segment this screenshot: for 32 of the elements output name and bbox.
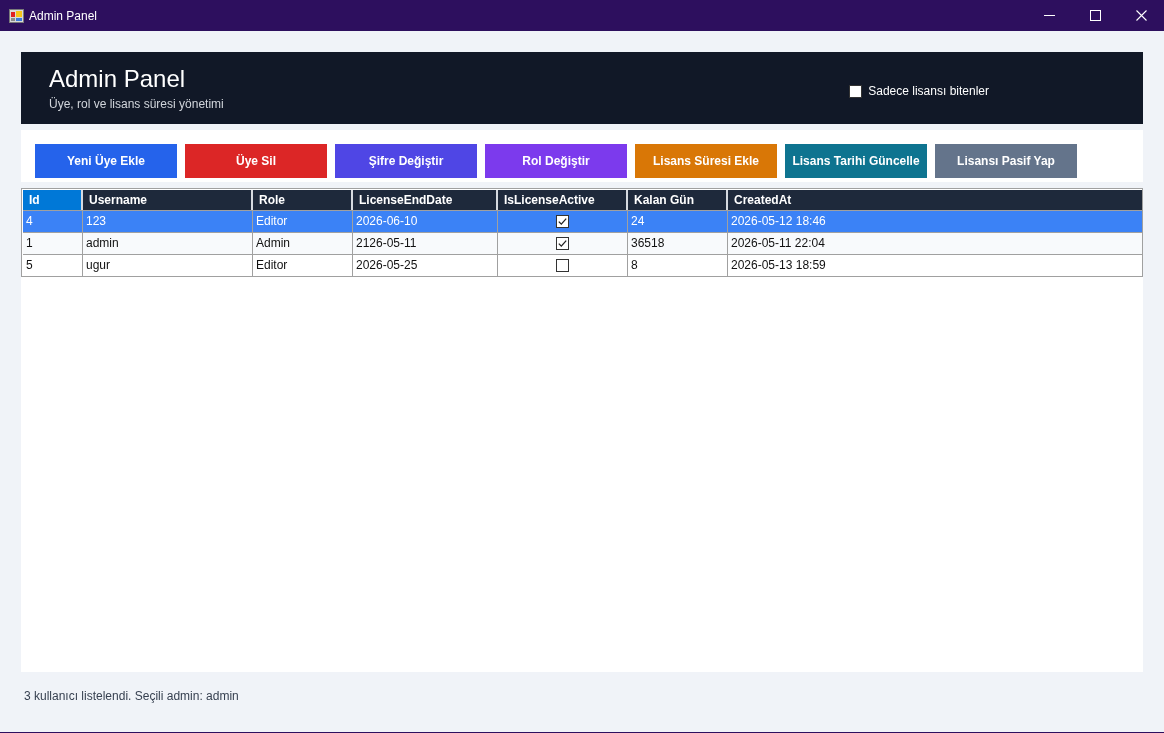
table-cell-text: 2026-05-13 18:59 [730,257,827,274]
table-cell: ugur [83,255,253,276]
checkbox[interactable] [556,259,569,272]
page-subtitle: Üye, rol ve lisans süresi yönetimi [49,97,224,112]
window-title: Admin Panel [29,8,98,23]
table-row[interactable]: 5 ugur Editor 2026-05-25 8 2026-05-13 18:59 [23,254,1142,276]
table-cell-text: 2026-05-12 18:46 [730,213,827,230]
maximize-icon [1089,10,1101,21]
table-cell: 2026-05-25 [353,255,498,276]
checkbox[interactable] [556,237,569,250]
table-cell: 8 [628,255,728,276]
table-cell: 5 [23,255,83,276]
action-button[interactable]: Rol Değiştir [485,144,627,178]
page-title: Admin Panel [49,64,187,94]
app-icon [9,8,24,23]
action-button[interactable]: Lisansı Pasif Yap [935,144,1077,178]
filter-label[interactable]: Sadece lisansı bitenler [868,84,989,98]
status-text: 3 kullanıcı listelendi. Seçili admin: admin [23,688,240,703]
table-cell-text: 2026-05-11 22:04 [730,235,826,252]
minimize-icon [1043,15,1055,16]
column-header[interactable]: Id [23,190,83,210]
action-button[interactable]: Lisans Tarihi Güncelle [785,144,927,178]
action-button[interactable]: Şifre Değiştir [335,144,477,178]
table-cell: Editor [253,255,353,276]
table-row[interactable]: 4 123 Editor 2026-06-10 24 2026-05-12 18:46 [23,210,1142,232]
close-icon [1135,10,1147,21]
checkbox[interactable] [556,215,569,228]
table-row[interactable]: 1 admin Admin 2126-05-11 36518 2026-05-11 22:04 [23,232,1142,254]
column-header[interactable]: CreatedAt [728,190,1142,210]
action-button[interactable]: Yeni Üye Ekle [35,144,177,178]
filter-checkbox[interactable] [849,84,863,98]
action-button[interactable]: Üye Sil [185,144,327,178]
